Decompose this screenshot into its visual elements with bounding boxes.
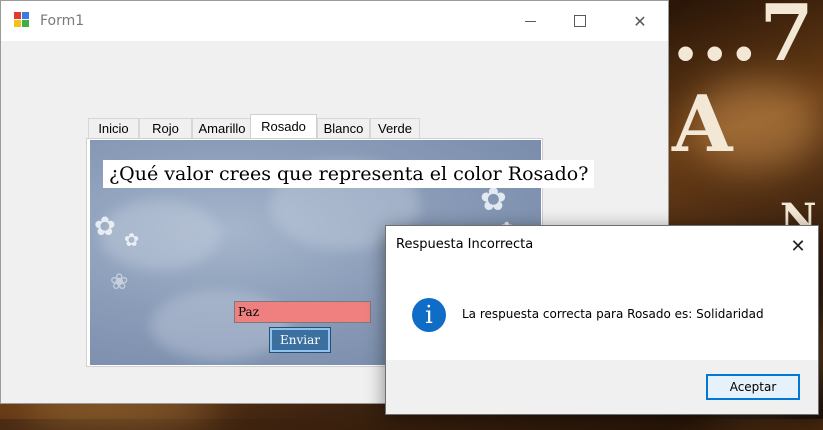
question-label: ¿Qué valor crees que representa el color… bbox=[103, 160, 595, 188]
dialog-close-button[interactable]: ✕ bbox=[782, 230, 814, 262]
tab-blanco[interactable]: Blanco bbox=[317, 118, 370, 138]
dialog-message: La respuesta correcta para Rosado es: So… bbox=[462, 307, 764, 321]
tab-label: Rojo bbox=[152, 121, 179, 136]
info-icon: i bbox=[412, 298, 446, 332]
flower-icon: ✿ bbox=[94, 212, 116, 242]
info-glyph: i bbox=[425, 301, 433, 329]
tab-label: Rosado bbox=[261, 119, 306, 134]
tab-label: Amarillo bbox=[198, 121, 246, 136]
close-icon: ✕ bbox=[790, 235, 806, 257]
app-icon bbox=[14, 12, 31, 29]
message-dialog: Respuesta Incorrecta ✕ i La respuesta co… bbox=[385, 225, 819, 415]
window-title: Form1 bbox=[40, 13, 85, 29]
desktop-background-text: ...7 A bbox=[672, 0, 816, 170]
maximize-button[interactable] bbox=[557, 1, 603, 41]
tab-inicio[interactable]: Inicio bbox=[88, 118, 139, 138]
maximize-icon bbox=[574, 15, 586, 27]
tab-amarillo[interactable]: Amarillo bbox=[192, 118, 252, 138]
answer-input[interactable] bbox=[234, 301, 371, 323]
tab-verde[interactable]: Verde bbox=[370, 118, 420, 138]
send-button[interactable]: Enviar bbox=[269, 327, 331, 353]
tab-rosado[interactable]: Rosado bbox=[250, 114, 317, 138]
close-button[interactable]: ✕ bbox=[617, 1, 663, 41]
title-bar[interactable]: Form1 ✕ bbox=[1, 1, 668, 41]
tab-label: Verde bbox=[378, 121, 412, 136]
minimize-icon bbox=[524, 20, 536, 22]
tab-label: Inicio bbox=[98, 121, 129, 136]
tab-label: Blanco bbox=[323, 121, 364, 136]
flower-icon: ❀ bbox=[110, 270, 129, 295]
dialog-footer: Aceptar bbox=[386, 360, 818, 414]
dialog-title: Respuesta Incorrecta bbox=[396, 237, 534, 252]
ok-button[interactable]: Aceptar bbox=[706, 374, 800, 400]
minimize-button[interactable] bbox=[507, 1, 553, 41]
flower-icon: ✿ bbox=[124, 230, 140, 251]
close-icon: ✕ bbox=[633, 11, 647, 31]
tab-rojo[interactable]: Rojo bbox=[139, 118, 192, 138]
